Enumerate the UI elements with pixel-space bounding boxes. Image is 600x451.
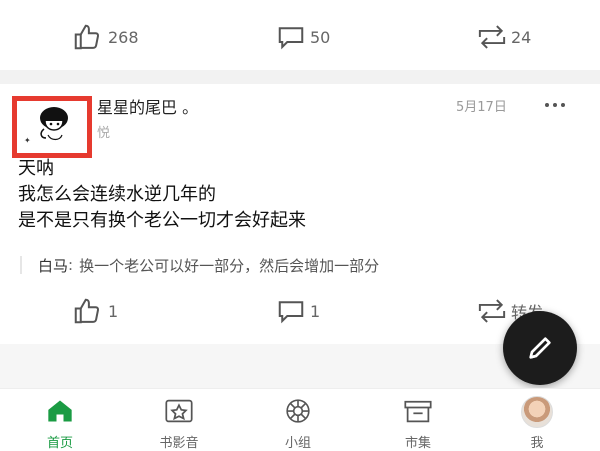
nav-group[interactable]: 小组 [258,398,338,451]
comment-colon: : [68,256,74,274]
post-content[interactable]: 天呐 我怎么会连续水逆几年的 是不是只有换个老公一切才会好起来 [18,156,578,234]
nav-home[interactable]: 首页 [20,398,100,451]
pencil-icon [529,337,551,359]
group-icon [286,399,310,423]
prev-repost-action[interactable]: 24 [475,22,531,52]
prev-like-count: 268 [108,27,139,47]
profile-avatar [521,396,553,428]
avatar-doodle-icon: ✦ [24,107,68,145]
nav-me[interactable]: 我 [497,396,577,451]
post-line: 天呐 [18,158,54,179]
like-count: 1 [108,301,119,321]
comment-count: 1 [310,301,321,321]
like-icon [74,24,100,50]
more-icon[interactable] [545,103,565,107]
repost-icon [478,299,506,323]
nav-me-label: 我 [530,436,544,451]
home-icon [48,400,72,422]
prev-like-action[interactable]: 268 [72,22,139,52]
book-film-music-icon [165,399,193,423]
comment-text: 换一个老公可以好一部分，然后会增加一部分 [79,256,380,275]
post-date: 5月17日 [456,100,507,115]
post-separator [0,70,600,84]
author-subtitle: 悦 [97,126,111,141]
author-avatar[interactable]: ✦ [12,96,92,158]
comment-icon [278,301,304,324]
repost-icon [478,25,506,49]
nav-home-label: 首页 [46,436,73,451]
post-line: 我怎么会连续水逆几年的 [18,184,216,205]
market-icon [404,400,432,423]
nav-group-label: 小组 [284,436,311,451]
post-line: 是不是只有换个老公一切才会好起来 [18,210,306,231]
commenter-name: 白马 [38,256,69,275]
comment-preview-bar [20,256,22,274]
nav-market[interactable]: 市集 [378,398,458,451]
author-name[interactable]: 星星的尾巴 。 [97,94,198,118]
nav-book-film-music[interactable]: 书影音 [139,398,219,451]
post-card: ✦ 星星的尾巴 。 悦 5月17日 天呐 我怎么会连续水逆几年的 是不是只有换个… [0,84,600,344]
nav-book-film-music-label: 书影音 [159,436,199,451]
prev-post-actions: 268 50 24 [0,0,600,70]
prev-repost-count: 24 [511,27,532,47]
comment-icon [278,27,304,50]
bottom-nav: 首页 书影音 小组 市集 我 [0,388,600,451]
compose-fab[interactable] [503,311,577,385]
comment-preview[interactable]: 白马 : 换一个老公可以好一部分，然后会增加一部分 [20,254,580,276]
svg-text:✦: ✦ [24,136,31,145]
like-icon [74,298,100,324]
nav-market-label: 市集 [404,436,431,451]
comment-action[interactable]: 1 [276,296,320,326]
like-action[interactable]: 1 [72,296,118,326]
prev-comment-count: 50 [310,27,331,47]
prev-comment-action[interactable]: 50 [276,22,330,52]
